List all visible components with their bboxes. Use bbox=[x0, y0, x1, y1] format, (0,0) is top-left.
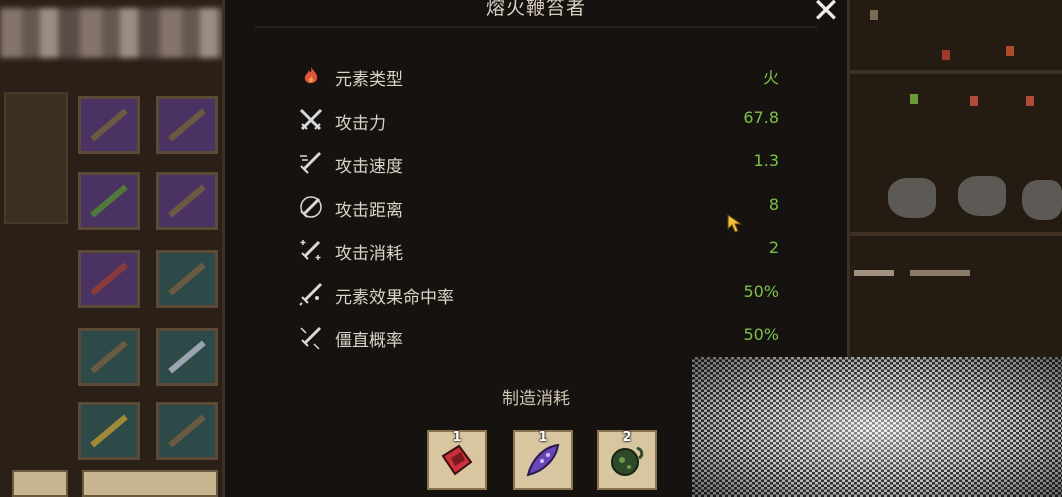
bottom-tab[interactable] bbox=[82, 470, 218, 497]
material-count: 1 bbox=[452, 430, 462, 445]
title-divider bbox=[255, 26, 817, 28]
stat-label: 攻击速度 bbox=[335, 157, 403, 177]
inventory-slot[interactable] bbox=[78, 250, 140, 308]
inventory-slot[interactable] bbox=[156, 328, 218, 386]
stat-row-element-type: 元素类型 火 bbox=[297, 56, 787, 100]
item-marker bbox=[1006, 46, 1014, 56]
material-count: 2 bbox=[622, 430, 632, 445]
stat-row-attack-speed: 攻击速度 1.3 bbox=[297, 143, 787, 187]
inventory-slot[interactable] bbox=[156, 172, 218, 230]
crafting-materials: 1 1 2 bbox=[427, 430, 667, 492]
stat-value: 50% bbox=[743, 281, 779, 301]
stat-label: 元素类型 bbox=[335, 70, 403, 90]
material-slot[interactable]: 1 bbox=[513, 430, 573, 490]
stat-value: 1.3 bbox=[753, 151, 779, 170]
material-slot[interactable]: 2 bbox=[597, 430, 657, 490]
inventory-panel bbox=[0, 0, 240, 497]
shelf-divider bbox=[850, 232, 1062, 236]
item-title: 熔火鞭笞者 bbox=[485, 0, 586, 19]
stat-label: 攻击消耗 bbox=[335, 244, 403, 264]
stats-list: 元素类型 火 攻击力 67.8 攻击速度 1.3 攻击距离 8 攻击消耗 2 元… bbox=[297, 56, 787, 361]
shelf-divider bbox=[850, 70, 1062, 74]
stat-value: 8 bbox=[768, 194, 779, 214]
sword-cost-icon bbox=[297, 236, 325, 264]
item-marker bbox=[970, 96, 978, 106]
stat-label: 攻击距离 bbox=[335, 200, 403, 221]
stat-label: 元素效果命中率 bbox=[335, 287, 454, 308]
inventory-slot[interactable] bbox=[156, 402, 218, 460]
crossed-swords-icon bbox=[297, 106, 325, 134]
item-marker bbox=[942, 50, 950, 60]
stat-label: 僵直概率 bbox=[335, 331, 403, 351]
sword-range-icon bbox=[297, 193, 325, 221]
item-marker bbox=[910, 270, 970, 276]
cursor-icon bbox=[727, 214, 743, 233]
item-marker bbox=[854, 270, 894, 276]
stat-row-element-hit-rate: 元素效果命中率 50% bbox=[297, 274, 787, 318]
purple-feather-icon bbox=[526, 443, 560, 477]
stat-value: 67.8 bbox=[743, 107, 779, 127]
equipment-slot[interactable] bbox=[4, 92, 68, 224]
material-count: 1 bbox=[538, 430, 548, 445]
item-marker bbox=[910, 94, 918, 104]
stat-label: 攻击力 bbox=[335, 113, 386, 134]
sword-speed-icon bbox=[297, 149, 325, 177]
sword-element-icon bbox=[297, 280, 325, 308]
stat-row-attack-cost: 攻击消耗 2 bbox=[297, 230, 787, 274]
ore-item[interactable] bbox=[958, 176, 1006, 216]
inventory-slot[interactable] bbox=[156, 96, 218, 154]
inventory-slot[interactable] bbox=[78, 328, 140, 386]
item-marker bbox=[870, 10, 878, 20]
inventory-slot[interactable] bbox=[78, 172, 140, 230]
close-button[interactable]: ✕ bbox=[809, 0, 843, 28]
sword-stun-icon bbox=[297, 323, 325, 351]
noise-overlay bbox=[692, 357, 1062, 497]
stat-value: 50% bbox=[743, 325, 779, 344]
inventory-slot[interactable] bbox=[156, 250, 218, 308]
stat-row-attack-range: 攻击距离 8 bbox=[297, 187, 787, 231]
bottom-tab[interactable] bbox=[12, 470, 68, 497]
blurred-header bbox=[0, 8, 240, 58]
fire-icon bbox=[297, 62, 325, 90]
item-marker bbox=[1026, 96, 1034, 106]
green-orb-icon bbox=[611, 446, 644, 476]
inventory-slot[interactable] bbox=[78, 402, 140, 460]
inventory-slot[interactable] bbox=[78, 96, 140, 154]
stat-row-attack: 攻击力 67.8 bbox=[297, 100, 787, 144]
material-slot[interactable]: 1 bbox=[427, 430, 487, 490]
ore-item[interactable] bbox=[1022, 180, 1062, 220]
stat-value: 火 bbox=[762, 68, 779, 87]
ore-item[interactable] bbox=[888, 178, 936, 218]
stat-row-stun-chance: 僵直概率 50% bbox=[297, 317, 787, 361]
stat-value: 2 bbox=[768, 238, 779, 257]
red-crystal-icon bbox=[441, 444, 473, 476]
